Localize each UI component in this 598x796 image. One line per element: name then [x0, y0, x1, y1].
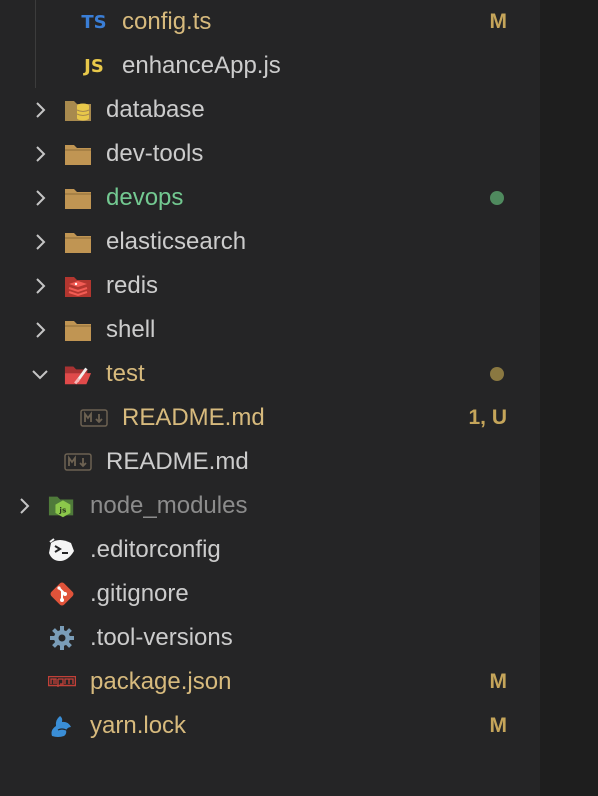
editor-gutter: [540, 0, 598, 796]
folder-name: shell: [106, 316, 156, 343]
tree-item-tool-versions[interactable]: .tool-versions: [0, 616, 540, 660]
folder-name: test: [106, 360, 145, 387]
tree-item-editorconfig[interactable]: .editorconfig: [0, 528, 540, 572]
file-explorer: TS config.ts M JS enhanceApp.js database…: [0, 0, 540, 796]
yarn-icon: [48, 713, 76, 739]
tree-item-package-json[interactable]: package.json M: [0, 660, 540, 704]
chevron-right-icon[interactable]: [30, 276, 50, 296]
folder-name: node_modules: [90, 492, 248, 519]
chevron-down-icon[interactable]: [30, 364, 50, 384]
chevron-right-icon[interactable]: [30, 100, 50, 120]
folder-test-open-icon: [64, 361, 92, 387]
chevron-right-icon[interactable]: [30, 320, 50, 340]
file-name: enhanceApp.js: [122, 52, 281, 79]
git-icon: [48, 581, 76, 607]
folder-name: database: [106, 96, 205, 123]
tree-item-gitignore[interactable]: .gitignore: [0, 572, 540, 616]
file-name: .editorconfig: [90, 536, 221, 563]
chevron-right-icon[interactable]: [14, 496, 34, 516]
folder-node-icon: js: [48, 493, 76, 519]
folder-name: dev-tools: [106, 140, 204, 167]
tree-item-elasticsearch[interactable]: elasticsearch: [0, 220, 540, 264]
file-name: README.md: [106, 448, 249, 475]
chevron-right-icon[interactable]: [30, 232, 50, 252]
folder-name: devops: [106, 184, 184, 211]
file-name: README.md: [122, 404, 265, 431]
tree-item-config-ts[interactable]: TS config.ts M: [0, 0, 540, 44]
tree-item-readme[interactable]: README.md: [0, 440, 540, 484]
tree-item-database[interactable]: database: [0, 88, 540, 132]
editorconfig-icon: [48, 537, 76, 563]
markdown-icon: [64, 449, 92, 475]
file-name: yarn.lock: [90, 712, 187, 739]
tree-item-node-modules[interactable]: js node_modules: [0, 484, 540, 528]
folder-icon: [64, 317, 92, 343]
folder-redis-icon: [64, 273, 92, 299]
folder-icon: [64, 141, 92, 167]
folder-name: elasticsearch: [106, 228, 247, 255]
git-status-dot: [490, 367, 504, 381]
git-status-badge: M: [489, 10, 508, 33]
folder-icon: [64, 229, 92, 255]
git-status-badge: M: [489, 670, 508, 693]
tree-item-dev-tools[interactable]: dev-tools: [0, 132, 540, 176]
markdown-icon: [80, 405, 108, 431]
chevron-right-icon[interactable]: [30, 188, 50, 208]
javascript-icon: JS: [84, 55, 104, 77]
gear-icon: [48, 625, 76, 651]
file-name: .tool-versions: [90, 624, 233, 651]
folder-icon: [64, 185, 92, 211]
tree-item-shell[interactable]: shell: [0, 308, 540, 352]
tree-item-yarn-lock[interactable]: yarn.lock M: [0, 704, 540, 748]
tree-item-test-readme[interactable]: README.md 1, U: [0, 396, 540, 440]
file-name: config.ts: [122, 8, 212, 35]
tree-item-devops[interactable]: devops: [0, 176, 540, 220]
file-name: .gitignore: [90, 580, 189, 607]
git-status-dot: [490, 191, 504, 205]
folder-database-icon: [64, 97, 92, 123]
folder-name: redis: [106, 272, 159, 299]
git-status-badge: 1, U: [468, 406, 507, 429]
tree-item-enhanceapp-js[interactable]: JS enhanceApp.js: [0, 44, 540, 88]
file-name: package.json: [90, 668, 232, 695]
git-status-badge: M: [489, 714, 508, 737]
tree-item-test[interactable]: test: [0, 352, 540, 396]
tree-item-redis[interactable]: redis: [0, 264, 540, 308]
typescript-icon: TS: [81, 11, 107, 33]
chevron-right-icon[interactable]: [30, 144, 50, 164]
npm-icon: [48, 669, 76, 695]
svg-text:js: js: [58, 506, 67, 515]
